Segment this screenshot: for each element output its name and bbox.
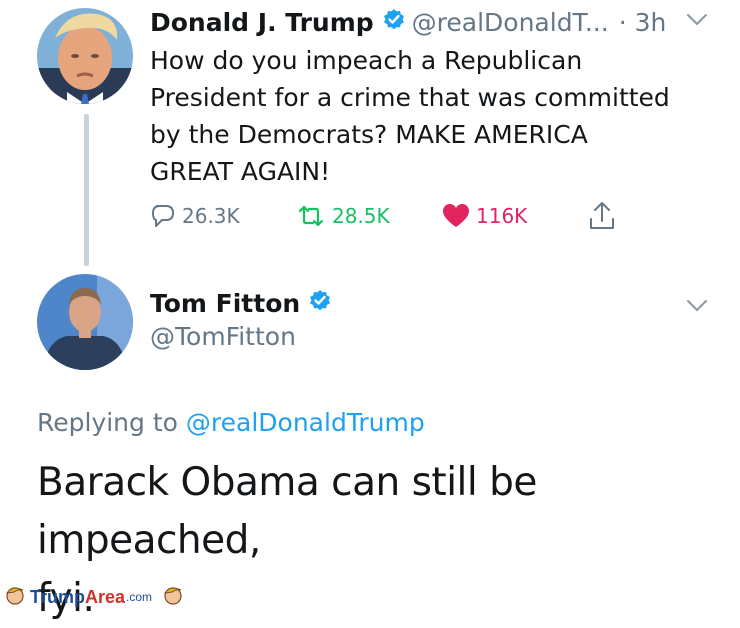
share-icon[interactable] xyxy=(588,201,616,235)
like-button[interactable]: 116K xyxy=(442,203,527,229)
replying-to: Replying to @realDonaldTrump xyxy=(37,408,425,437)
tweet-text-line: How do you impeach a Republican xyxy=(150,46,583,75)
reply-text-line: Barack Obama can still be impeached, xyxy=(37,460,537,563)
tweet-author-handle[interactable]: @realDonaldT... xyxy=(412,8,609,37)
tweet-time[interactable]: · 3h xyxy=(619,8,667,37)
watermark-area: Area xyxy=(85,586,126,607)
replying-to-label: Replying to xyxy=(37,408,178,437)
reply-icon xyxy=(152,205,174,227)
verified-badge-icon xyxy=(382,8,406,36)
retweet-count: 28.5K xyxy=(332,204,390,228)
reply-button[interactable]: 26.3K xyxy=(150,203,240,229)
reply-author-handle[interactable]: @TomFitton xyxy=(150,322,296,351)
trump-avatar[interactable] xyxy=(37,8,133,104)
tweet-text: How do you impeach a Republican Presiden… xyxy=(150,42,720,190)
tweet-text-line: by the Democrats? MAKE AMERICA xyxy=(150,120,588,149)
tweet-header: Donald J. Trump @realDonaldT... · 3h xyxy=(150,6,666,38)
replying-to-handle-link[interactable]: @realDonaldTrump xyxy=(186,408,425,437)
watermark-face-icon xyxy=(162,584,184,610)
chevron-down-icon[interactable] xyxy=(686,12,708,31)
thread-connector-line xyxy=(84,114,89,266)
reply-count: 26.3K xyxy=(182,204,240,228)
verified-badge-icon xyxy=(308,289,332,317)
watermark-domain: .com xyxy=(126,590,153,604)
reply-header: Tom Fitton xyxy=(150,287,332,319)
heart-icon xyxy=(443,204,469,227)
reply-author-name[interactable]: Tom Fitton xyxy=(150,289,300,318)
retweet-icon xyxy=(298,205,324,227)
tweet-text-line: President for a crime that was committed xyxy=(150,83,670,112)
tweet-author-name[interactable]: Donald J. Trump xyxy=(150,8,374,37)
watermark: Trump Area .com xyxy=(4,586,184,608)
watermark-trump: Trump xyxy=(30,586,86,607)
chevron-down-icon[interactable] xyxy=(686,298,708,317)
retweet-button[interactable]: 28.5K xyxy=(296,203,390,229)
tweet-text-line: GREAT AGAIN! xyxy=(150,157,331,186)
watermark-face-icon xyxy=(4,584,26,610)
fitton-avatar[interactable] xyxy=(37,274,133,370)
like-count: 116K xyxy=(476,204,528,228)
